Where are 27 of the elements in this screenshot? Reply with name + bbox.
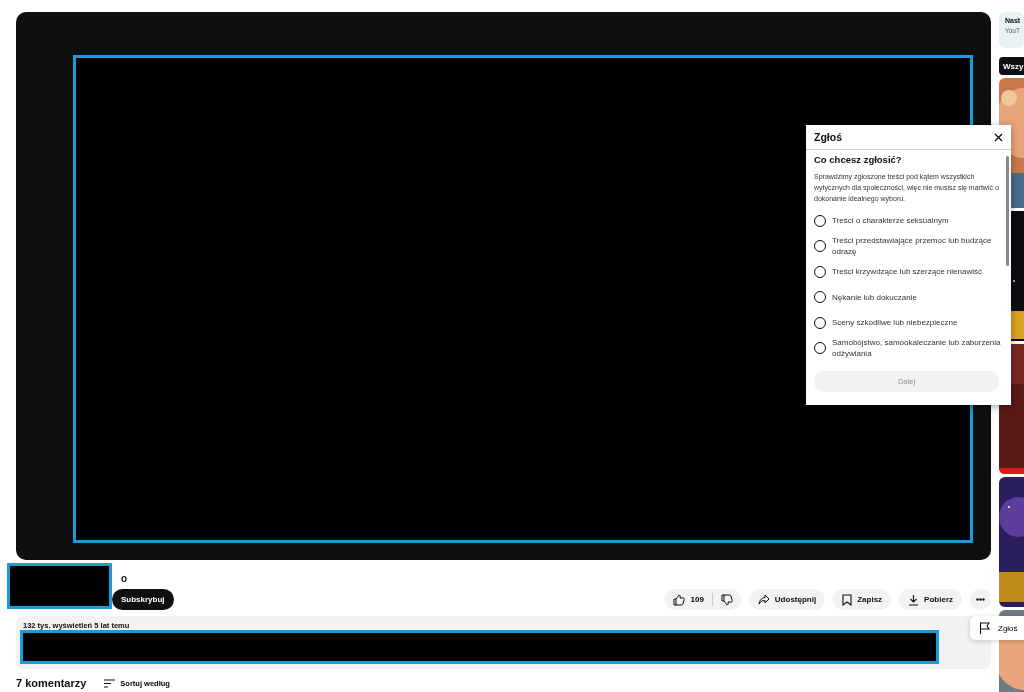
flag-icon xyxy=(979,622,990,634)
sort-icon xyxy=(104,678,116,688)
report-option[interactable]: Treści o charakterze seksualnym xyxy=(814,208,1003,234)
report-option[interactable]: Nękanie lub dokuczanie xyxy=(814,284,1003,310)
report-option[interactable]: Sceny szkodliwe lub niebezpieczne xyxy=(814,310,1003,336)
filter-chip[interactable]: Wszy xyxy=(999,57,1024,75)
share-icon xyxy=(757,594,770,605)
dialog-question: Co chcesz zgłosić? xyxy=(814,154,903,165)
more-button[interactable] xyxy=(970,589,991,610)
report-option[interactable]: Treści przedstawiające przemoc lub budzące odrazę xyxy=(814,233,1003,259)
menu-item[interactable]: Zgłoś xyxy=(970,619,1024,637)
thumbs-up-icon xyxy=(673,593,686,606)
report-option[interactable]: Treści krzywdzące lub szerzące nienawiść xyxy=(814,259,1003,285)
thumbs-down-icon xyxy=(720,593,733,606)
dialog-title: Zgłoś xyxy=(814,131,842,143)
comment-count: 7 komentarzy xyxy=(16,677,87,689)
download-icon xyxy=(908,593,920,606)
close-button[interactable] xyxy=(994,132,1003,142)
report-option[interactable]: Samobójstwo, samookaleczanie lub zaburzenia odżywiania xyxy=(814,335,1003,361)
share-button[interactable]: Udostępnij xyxy=(748,589,826,610)
save-button[interactable]: Zapisz xyxy=(833,589,892,610)
subscribe-button[interactable]: Subskrybuj xyxy=(112,589,174,610)
bookmark-icon xyxy=(842,593,853,606)
more-icon xyxy=(976,598,985,601)
channel-name[interactable]: o xyxy=(121,573,174,584)
close-icon xyxy=(994,132,1003,142)
download-button[interactable]: Pobierz xyxy=(899,589,962,610)
